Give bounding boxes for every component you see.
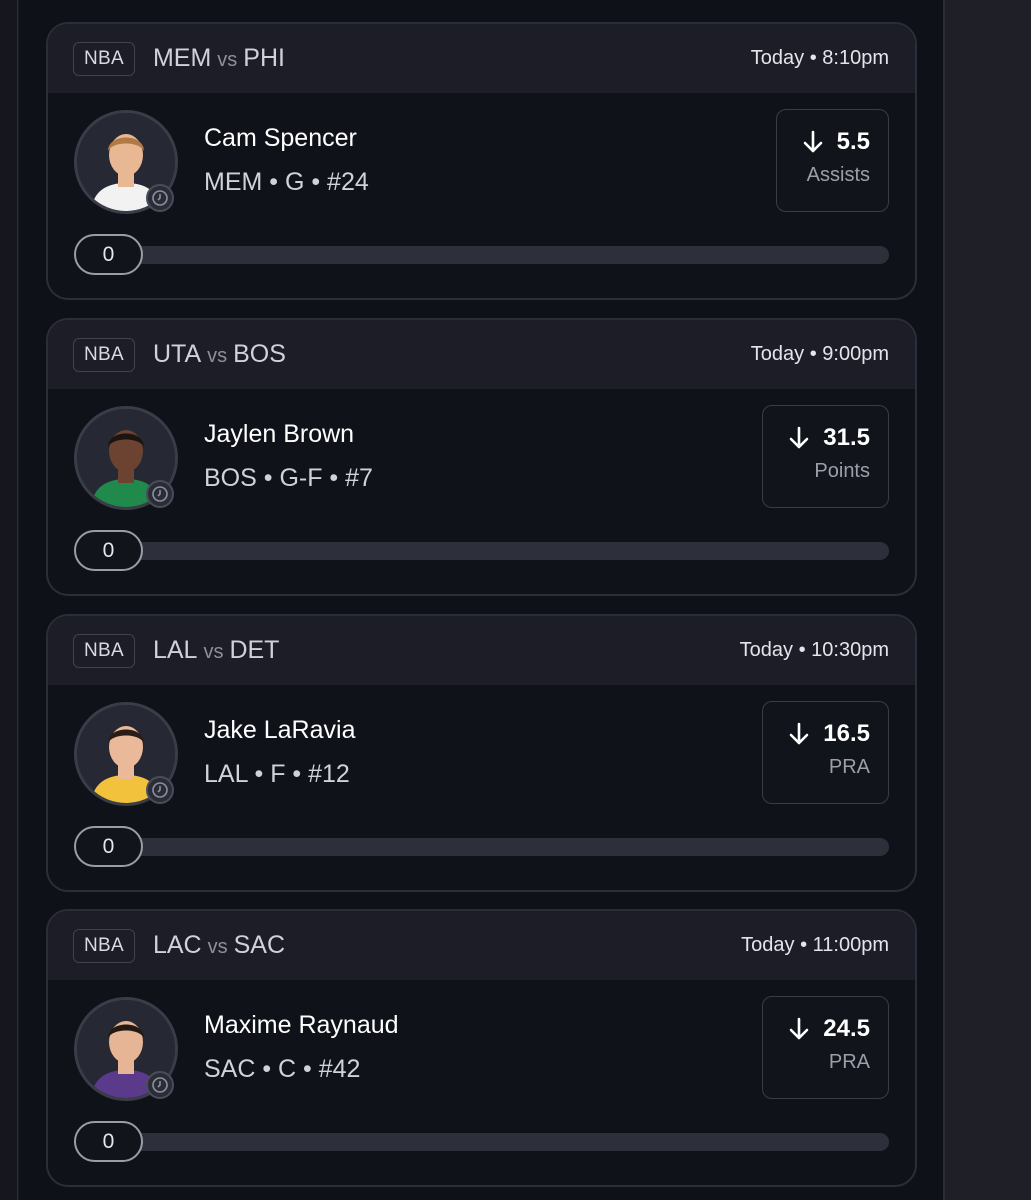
left-rail — [0, 0, 18, 1200]
line-value: 16.5 — [823, 720, 870, 747]
line-button[interactable]: 31.5 Points — [762, 405, 889, 508]
player-meta: SAC • C • #42 — [204, 1055, 361, 1083]
progress-track — [78, 542, 889, 560]
game-time: Today • 10:30pm — [739, 639, 889, 661]
pick-card[interactable]: NBA LAL vs DET Today • 10:30pm Jake LaRa… — [46, 614, 917, 892]
home-team: LAC — [152, 931, 202, 959]
away-team: PHI — [243, 44, 285, 72]
pick-body: Jaylen Brown BOS • G-F • #7 31.5 Points … — [48, 389, 915, 594]
vs-label: vs — [203, 641, 224, 663]
player-name: Jaylen Brown — [204, 420, 355, 448]
vs-label: vs — [207, 936, 228, 958]
game-header: NBA MEM vs PHI Today • 8:10pm — [48, 24, 915, 93]
line-value: 31.5 — [823, 424, 870, 451]
home-team: UTA — [152, 340, 202, 368]
away-team: DET — [229, 636, 280, 664]
matchup: LAL vs DET — [153, 636, 279, 665]
matchup: LAC vs SAC — [153, 931, 285, 960]
game-header: NBA LAL vs DET Today • 10:30pm — [48, 616, 915, 685]
clock-icon — [146, 480, 174, 508]
stat-label: PRA — [828, 1051, 870, 1073]
arrow-down-icon — [787, 425, 811, 451]
progress-track — [78, 1133, 889, 1151]
player-meta: MEM • G • #24 — [204, 168, 369, 196]
progress-value: 0 — [74, 530, 143, 571]
progress-value: 0 — [74, 234, 143, 275]
clock-icon — [146, 184, 174, 212]
player-avatar[interactable] — [74, 406, 178, 510]
progress-track — [78, 838, 889, 856]
vs-label: vs — [217, 49, 238, 71]
away-team: BOS — [233, 340, 286, 368]
progress-track — [78, 246, 889, 264]
right-rail — [943, 0, 1031, 1200]
away-team: SAC — [233, 931, 286, 959]
player-name: Jake LaRavia — [204, 716, 356, 744]
game-header: NBA LAC vs SAC Today • 11:00pm — [48, 911, 915, 980]
progress-value: 0 — [74, 1121, 143, 1162]
game-header: NBA UTA vs BOS Today • 9:00pm — [48, 320, 915, 389]
pick-card[interactable]: NBA UTA vs BOS Today • 9:00pm Jaylen Bro… — [46, 318, 917, 596]
league-badge: NBA — [73, 633, 135, 668]
pick-card[interactable]: NBA MEM vs PHI Today • 8:10pm Cam Spence… — [46, 22, 917, 300]
player-avatar[interactable] — [74, 110, 178, 214]
player-meta: BOS • G-F • #7 — [204, 464, 373, 492]
clock-icon — [146, 1071, 174, 1099]
arrow-down-icon — [787, 1016, 811, 1042]
line-button[interactable]: 16.5 PRA — [762, 701, 889, 804]
home-team: LAL — [152, 636, 198, 664]
league-badge: NBA — [73, 928, 135, 963]
game-time: Today • 8:10pm — [750, 47, 889, 69]
stat-label: Points — [814, 460, 870, 482]
stat-label: PRA — [828, 756, 870, 778]
vs-label: vs — [207, 345, 228, 367]
matchup: UTA vs BOS — [153, 340, 286, 369]
game-time: Today • 11:00pm — [741, 934, 889, 956]
clock-icon — [146, 776, 174, 804]
progress-value: 0 — [74, 826, 143, 867]
pick-body: Maxime Raynaud SAC • C • #42 24.5 PRA 0 — [48, 980, 915, 1185]
league-badge: NBA — [73, 337, 135, 372]
player-avatar[interactable] — [74, 997, 178, 1101]
stat-label: Assists — [806, 164, 870, 186]
line-value: 24.5 — [823, 1015, 870, 1042]
player-name: Cam Spencer — [204, 124, 357, 152]
line-value: 5.5 — [836, 128, 870, 155]
player-name: Maxime Raynaud — [204, 1011, 399, 1039]
arrow-down-icon — [801, 129, 825, 155]
player-avatar[interactable] — [74, 702, 178, 806]
pick-card[interactable]: NBA LAC vs SAC Today • 11:00pm Maxime Ra… — [46, 909, 917, 1187]
arrow-down-icon — [787, 721, 811, 747]
line-button[interactable]: 5.5 Assists — [775, 109, 889, 212]
line-button[interactable]: 24.5 PRA — [762, 996, 889, 1099]
league-badge: NBA — [73, 41, 135, 76]
home-team: MEM — [152, 44, 212, 72]
pick-body: Jake LaRavia LAL • F • #12 16.5 PRA 0 — [48, 685, 915, 890]
matchup: MEM vs PHI — [153, 44, 285, 73]
player-meta: LAL • F • #12 — [204, 760, 350, 788]
game-time: Today • 9:00pm — [750, 343, 889, 365]
pick-body: Cam Spencer MEM • G • #24 5.5 Assists 0 — [48, 93, 915, 298]
